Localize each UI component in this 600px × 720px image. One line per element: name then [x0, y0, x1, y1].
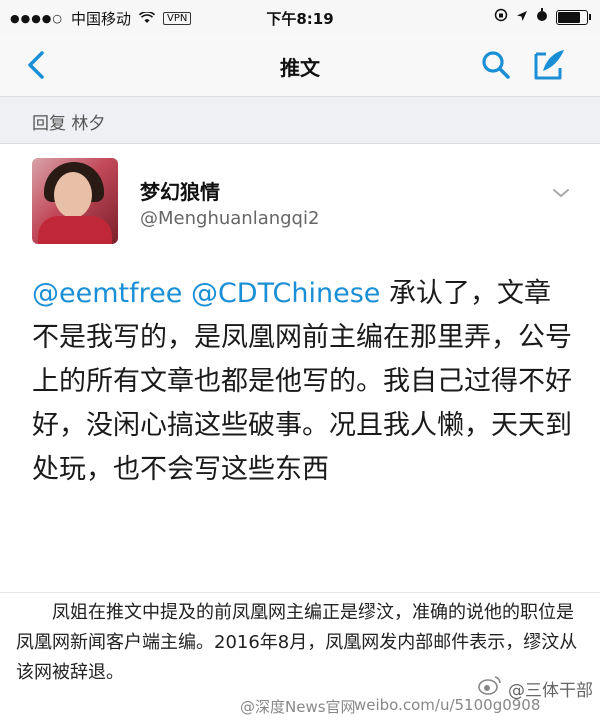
search-icon — [482, 51, 510, 79]
search-button[interactable] — [480, 48, 512, 82]
reply-context-label: 回复 林夕 — [32, 114, 106, 134]
watermark: @深度News官网 weibo.com/u/5100g0908 @三体干部 — [240, 676, 600, 720]
divider — [0, 592, 600, 593]
watermark-source: @深度News官网 — [240, 698, 356, 716]
chevron-down-icon — [553, 189, 569, 198]
watermark-brand: @三体干部 — [508, 681, 593, 701]
avatar[interactable] — [32, 158, 118, 244]
author-display-name[interactable]: 梦幻狼情 — [140, 176, 220, 205]
alarm-icon — [536, 8, 548, 26]
battery-fill — [558, 11, 581, 23]
compose-icon — [534, 50, 564, 80]
more-options-button[interactable] — [552, 184, 570, 198]
article-paragraph: 凤姐在推文中提及的前凤凰网主编正是缪汶，准确的说他的职位是凤凰网新闻客户端主编。… — [16, 602, 578, 683]
location-icon — [516, 8, 528, 26]
article-caption: 凤姐在推文中提及的前凤凰网主编正是缪汶，准确的说他的职位是凤凰网新闻客户端主编。… — [16, 598, 588, 688]
tweet-body: 承认了，文章不是我写的，是凤凰网前主编在那里弄，公号上的所有文章也都是他写的。我… — [32, 278, 572, 485]
author-handle[interactable]: @Menghuanlangqi2 — [140, 208, 319, 229]
status-bar: ●●●●○ 中国移动 VPN 下午8:19 — [0, 0, 600, 34]
weibo-icon — [478, 674, 502, 696]
tweet-author: 梦幻狼情 @Menghuanlangqi2 — [0, 144, 600, 262]
mention-link[interactable]: @CDTChinese — [191, 278, 380, 309]
tweet-text: @eemtfree @CDTChinese 承认了，文章不是我写的，是凤凰网前主… — [32, 272, 572, 492]
status-right — [494, 8, 591, 26]
nav-bar: 推文 — [0, 34, 600, 97]
compose-button[interactable] — [532, 46, 568, 82]
reply-context-bar[interactable]: 回复 林夕 — [0, 97, 600, 144]
mention-link[interactable]: @eemtfree — [32, 278, 182, 309]
rotation-lock-icon — [494, 8, 508, 26]
battery-icon — [556, 9, 591, 25]
